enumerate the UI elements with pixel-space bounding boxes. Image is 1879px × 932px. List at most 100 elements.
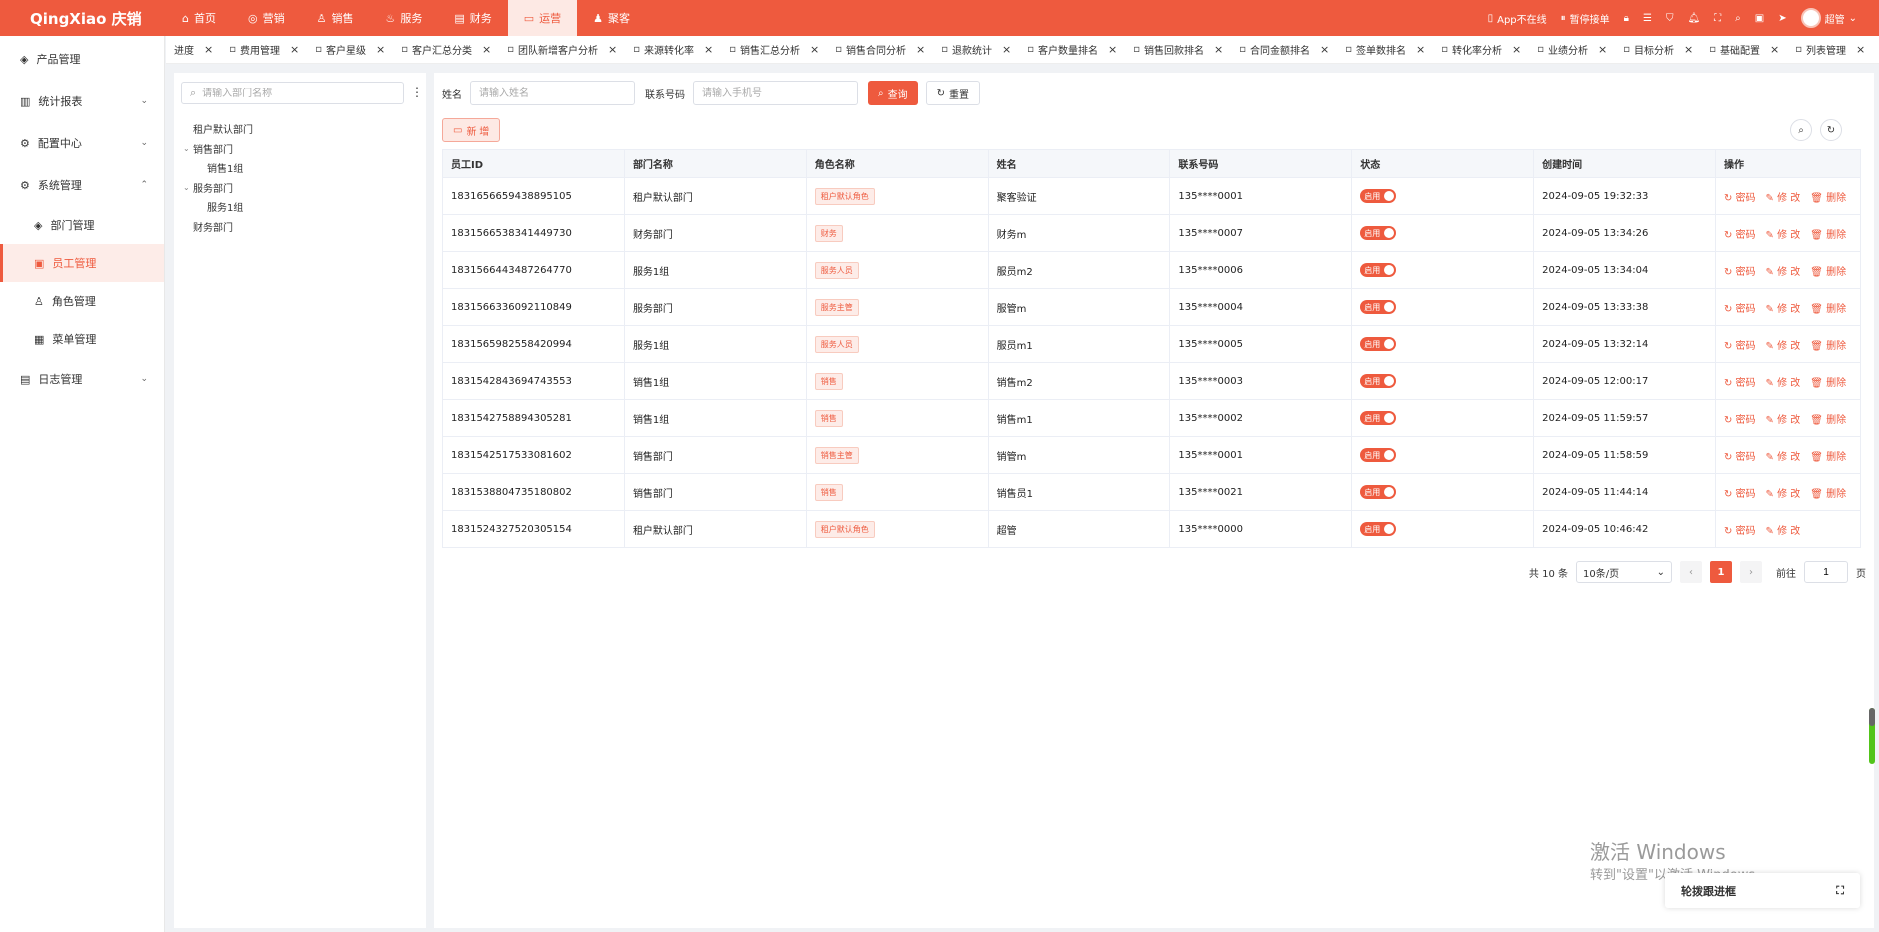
reset-password-button[interactable]: ↻ 密码 [1724, 337, 1756, 352]
status-toggle[interactable]: 启用 [1360, 263, 1397, 277]
sidebar-sub-item-2[interactable]: ♙ 角色管理 [0, 282, 164, 320]
phone-input[interactable] [693, 81, 858, 105]
sidebar-item-0[interactable]: ◈ 产品管理 [0, 38, 164, 80]
search-icon[interactable]: ⌕ [1735, 13, 1741, 24]
nav-item-6[interactable]: ♟ 聚客 [577, 0, 646, 36]
close-icon[interactable]: × [204, 43, 213, 56]
reset-password-button[interactable]: ↻ 密码 [1724, 522, 1756, 537]
sidebar-item-2[interactable]: ⚙ 配置中心 ⌄ [0, 122, 164, 164]
status-toggle[interactable]: 启用 [1360, 448, 1397, 462]
reset-password-button[interactable]: ↻ 密码 [1724, 374, 1756, 389]
edit-button[interactable]: ✎ 修 改 [1766, 189, 1801, 204]
edit-button[interactable]: ✎ 修 改 [1766, 300, 1801, 315]
tab-5[interactable]: ▫ 来源转化率 × [625, 36, 721, 63]
app-logo[interactable]: QingXiao 庆销 [0, 8, 166, 29]
close-icon[interactable]: × [290, 43, 299, 56]
lock-icon[interactable]: 🔒︎ [1624, 13, 1629, 24]
tab-11[interactable]: ▫ 合同金额排名 × [1231, 36, 1337, 63]
close-icon[interactable]: × [1512, 43, 1521, 56]
refresh-button[interactable]: ↻ [1820, 119, 1842, 141]
tree-node[interactable]: 租户默认部门 [183, 119, 253, 139]
close-icon[interactable]: × [1108, 43, 1117, 56]
close-icon[interactable]: × [1598, 43, 1607, 56]
send-icon[interactable]: ➤ [1778, 13, 1786, 24]
nav-item-2[interactable]: ♙ 销售 [301, 0, 370, 36]
search-toggle-button[interactable]: ⌕ [1790, 119, 1812, 141]
goto-input[interactable] [1804, 561, 1848, 583]
sidebar-sub-item-1[interactable]: ▣ 员工管理 [0, 244, 164, 282]
edit-button[interactable]: ✎ 修 改 [1766, 411, 1801, 426]
close-icon[interactable]: × [1770, 43, 1779, 56]
delete-button[interactable]: 🗑︎ 删除 [1810, 189, 1846, 204]
delete-button[interactable]: 🗑︎ 删除 [1810, 485, 1846, 500]
status-toggle[interactable]: 启用 [1360, 522, 1397, 536]
status-toggle[interactable]: 启用 [1360, 300, 1397, 314]
close-icon[interactable]: × [810, 43, 819, 56]
edit-button[interactable]: ✎ 修 改 [1766, 263, 1801, 278]
close-icon[interactable]: × [1684, 43, 1693, 56]
edit-button[interactable]: ✎ 修 改 [1766, 448, 1801, 463]
status-toggle[interactable]: 启用 [1360, 411, 1397, 425]
status-toggle[interactable]: 启用 [1360, 337, 1397, 351]
more-icon[interactable]: ⋮ [411, 85, 423, 99]
close-icon[interactable]: × [916, 43, 925, 56]
page-size-select[interactable]: 10条/页 ⌄ [1576, 561, 1672, 583]
delete-button[interactable]: 🗑︎ 删除 [1810, 337, 1846, 352]
tab-6[interactable]: ▫ 销售汇总分析 × [721, 36, 827, 63]
nav-item-0[interactable]: ⌂ 首页 [166, 0, 232, 36]
close-icon[interactable]: × [1856, 43, 1865, 56]
tab-3[interactable]: ▫ 客户汇总分类 × [393, 36, 499, 63]
edit-button[interactable]: ✎ 修 改 [1766, 485, 1801, 500]
app-status[interactable]: ▯ App不在线 [1488, 11, 1547, 26]
delete-button[interactable]: 🗑︎ 删除 [1810, 263, 1846, 278]
tab-8[interactable]: ▫ 退款统计 × [933, 36, 1019, 63]
query-button[interactable]: ⌕ 查询 [868, 81, 918, 105]
close-icon[interactable]: × [608, 43, 617, 56]
expand-icon[interactable]: ⛶ [1836, 884, 1844, 898]
status-toggle[interactable]: 启用 [1360, 189, 1397, 203]
pause-toggle[interactable]: ⏸ 暂停接单 [1561, 11, 1610, 26]
list-icon[interactable]: ☰ [1643, 13, 1652, 24]
reset-password-button[interactable]: ↻ 密码 [1724, 411, 1756, 426]
close-icon[interactable]: × [1416, 43, 1425, 56]
close-icon[interactable]: × [704, 43, 713, 56]
tab-0[interactable]: 进度 × [166, 36, 221, 63]
tab-13[interactable]: ▫ 转化率分析 × [1433, 36, 1529, 63]
sidebar-item-log[interactable]: ▤ 日志管理 ⌄ [0, 358, 164, 400]
dial-follow-box[interactable]: 轮拨跟进框 ⛶ [1665, 873, 1860, 908]
status-toggle[interactable]: 启用 [1360, 226, 1397, 240]
tree-node[interactable]: ⌄ 服务部门 [183, 178, 253, 198]
tree-node[interactable]: 服务1组 [183, 197, 253, 217]
reset-button[interactable]: ↻ 重置 [925, 81, 980, 105]
edit-button[interactable]: ✎ 修 改 [1766, 226, 1801, 241]
close-icon[interactable]: × [482, 43, 491, 56]
reset-password-button[interactable]: ↻ 密码 [1724, 189, 1756, 204]
tab-16[interactable]: ▫ 基础配置 × [1701, 36, 1787, 63]
reset-password-button[interactable]: ↻ 密码 [1724, 263, 1756, 278]
sidebar-sub-item-0[interactable]: ◈ 部门管理 [0, 206, 164, 244]
delete-button[interactable]: 🗑︎ 删除 [1810, 300, 1846, 315]
delete-button[interactable]: 🗑︎ 删除 [1810, 374, 1846, 389]
page-number[interactable]: 1 [1710, 561, 1732, 583]
reset-password-button[interactable]: ↻ 密码 [1724, 448, 1756, 463]
close-icon[interactable]: × [1320, 43, 1329, 56]
sidebar-sub-item-3[interactable]: ▦ 菜单管理 [0, 320, 164, 358]
fullscreen-icon[interactable]: ⛶ [1714, 13, 1721, 24]
shirt-icon[interactable]: ⛉ [1666, 13, 1674, 24]
status-toggle[interactable]: 启用 [1360, 485, 1397, 499]
tab-12[interactable]: ▫ 签单数排名 × [1337, 36, 1433, 63]
reset-password-button[interactable]: ↻ 密码 [1724, 485, 1756, 500]
sidebar-item-3[interactable]: ⚙ 系统管理 ⌃ [0, 164, 164, 206]
tab-7[interactable]: ▫ 销售合同分析 × [827, 36, 933, 63]
name-input[interactable] [470, 81, 635, 105]
next-page-button[interactable]: › [1740, 561, 1762, 583]
status-toggle[interactable]: 启用 [1360, 374, 1397, 388]
tab-9[interactable]: ▫ 客户数量排名 × [1019, 36, 1125, 63]
bell-icon[interactable]: 🔔︎ [1687, 13, 1700, 24]
scroll-thumb[interactable] [1869, 708, 1875, 726]
tab-1[interactable]: ▫ 费用管理 × [221, 36, 307, 63]
nav-item-5[interactable]: ▭ 运营 [507, 0, 578, 36]
close-icon[interactable]: × [376, 43, 385, 56]
tree-node[interactable]: 销售1组 [183, 158, 253, 178]
delete-button[interactable]: 🗑︎ 删除 [1810, 411, 1846, 426]
